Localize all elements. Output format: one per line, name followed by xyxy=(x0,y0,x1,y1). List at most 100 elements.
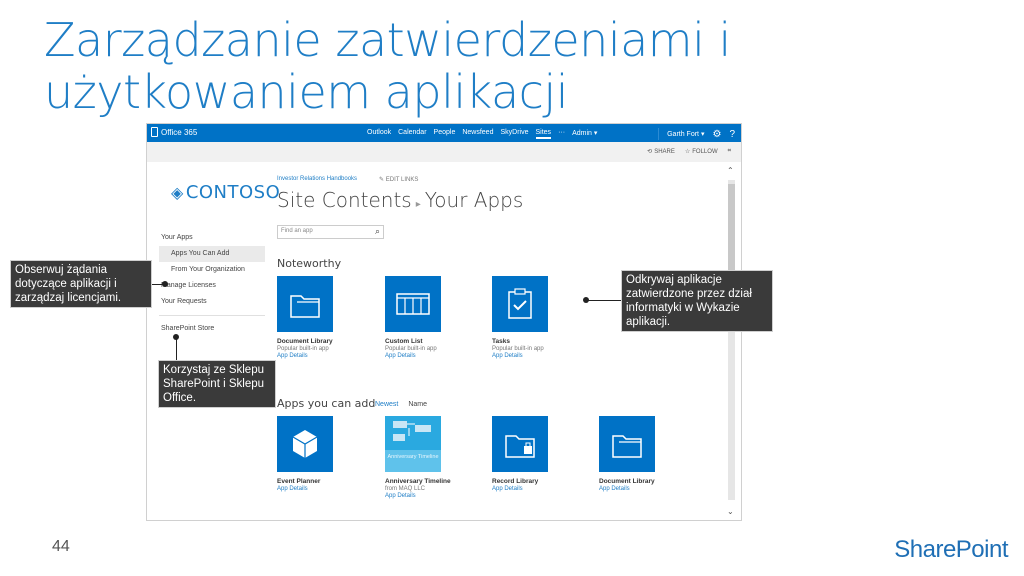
event-planner-icon xyxy=(277,416,333,472)
app-name[interactable]: Custom List xyxy=(385,338,465,345)
nav-skydrive[interactable]: SkyDrive xyxy=(500,129,528,139)
chevron-down-icon[interactable]: ⌄ xyxy=(727,507,734,516)
app-name[interactable]: Record Library xyxy=(492,478,572,485)
app-name[interactable]: Document Library xyxy=(599,478,679,485)
site-logo[interactable]: ◈ CONTOSO xyxy=(171,182,280,203)
app-tile[interactable]: Document Library Popular built-in app Ap… xyxy=(277,276,357,359)
callout-dot xyxy=(583,297,589,303)
sharepoint-logo: SharePoint xyxy=(894,536,1008,563)
app-tile[interactable]: Document Library App Details xyxy=(599,416,679,492)
office365-logo[interactable]: Office 365 xyxy=(151,127,197,137)
scrollbar[interactable]: ⌃ ⌄ xyxy=(727,166,736,516)
app-name[interactable]: Document Library xyxy=(277,338,357,345)
custom-list-icon xyxy=(385,276,441,332)
app-details-link[interactable]: App Details xyxy=(385,493,465,499)
app-details-link[interactable]: App Details xyxy=(492,486,572,492)
callout-right: Odkrywaj aplikacje zatwierdzone przez dz… xyxy=(621,270,773,332)
nav-divider xyxy=(159,315,265,316)
app-details-link[interactable]: App Details xyxy=(277,486,357,492)
breadcrumb-link[interactable]: Investor Relations Handbooks xyxy=(277,176,357,183)
nav-manage-licenses[interactable]: Manage Licenses xyxy=(159,278,265,294)
nav-from-organization[interactable]: From Your Organization xyxy=(159,262,265,278)
follow-button[interactable]: ☆ FOLLOW xyxy=(684,148,718,156)
office-icon xyxy=(151,127,158,137)
heading-your-apps: Your Apps xyxy=(424,188,524,212)
star-icon: ☆ xyxy=(684,149,691,155)
nav-your-requests[interactable]: Your Requests xyxy=(159,294,265,310)
edit-links-button[interactable]: ✎ EDIT LINKS xyxy=(379,176,418,183)
search-placeholder: Find an app xyxy=(281,228,313,234)
noteworthy-title: Noteworthy xyxy=(277,257,342,270)
app-desc: from MAQ LLC xyxy=(385,486,426,492)
follow-label: FOLLOW xyxy=(692,148,718,155)
suite-nav: Outlook Calendar People Newsfeed SkyDriv… xyxy=(367,129,597,139)
user-separator xyxy=(658,128,660,140)
search-input[interactable]: Find an app ⌕ xyxy=(277,225,384,239)
app-tile[interactable]: Record Library App Details xyxy=(492,416,572,492)
slide-number: 44 xyxy=(52,538,70,555)
callout-dot xyxy=(162,281,168,287)
app-tile[interactable]: Tasks Popular built-in app App Details xyxy=(492,276,572,359)
nav-your-apps[interactable]: Your Apps xyxy=(159,230,265,246)
gear-icon[interactable]: ⚙ xyxy=(712,129,721,140)
callout-left: Obserwuj żądania dotyczące aplikacji i z… xyxy=(10,260,152,308)
share-label: SHARE xyxy=(654,148,675,155)
document-library-icon xyxy=(599,416,655,472)
nav-calendar[interactable]: Calendar xyxy=(398,129,426,139)
ribbon-actions: ⟲ SHARE ☆ FOLLOW ⌗ xyxy=(647,148,731,155)
apps-you-can-add-title: Apps you can add xyxy=(277,397,376,410)
suite-bar: Office 365 Outlook Calendar People Newsf… xyxy=(147,124,741,142)
left-nav: Your Apps Apps You Can Add From Your Org… xyxy=(159,230,265,337)
nav-sites[interactable]: Sites xyxy=(535,129,552,139)
nav-outlook[interactable]: Outlook xyxy=(367,129,391,139)
record-library-icon xyxy=(492,416,548,472)
anniversary-timeline-icon: Anniversary Timeline xyxy=(385,416,441,472)
nav-admin[interactable]: Admin ▾ xyxy=(572,129,597,139)
chevron-up-icon[interactable]: ⌃ xyxy=(727,166,734,175)
app-details-link[interactable]: App Details xyxy=(385,353,465,359)
breadcrumb-separator-icon: ▸ xyxy=(415,199,421,210)
ribbon: ⟲ SHARE ☆ FOLLOW ⌗ xyxy=(147,142,741,162)
callout-dot xyxy=(173,334,179,340)
office365-label: Office 365 xyxy=(161,127,198,137)
help-icon[interactable]: ? xyxy=(729,129,735,140)
user-menu[interactable]: Garth Fort ▾ xyxy=(667,130,704,138)
callout-bottom: Korzystaj ze Sklepu SharePoint i Sklepu … xyxy=(158,360,276,408)
sort-newest[interactable]: Newest xyxy=(375,401,398,408)
nav-apps-you-can-add[interactable]: Apps You Can Add xyxy=(159,246,265,262)
user-area: Garth Fort ▾ ⚙ ? xyxy=(658,128,735,140)
nav-more[interactable]: ··· xyxy=(558,129,565,139)
app-tile[interactable]: Anniversary Timeline Anniversary Timelin… xyxy=(385,416,465,499)
tile-caption: Anniversary Timeline xyxy=(385,450,441,472)
sort-name[interactable]: Name xyxy=(408,401,427,408)
app-details-link[interactable]: App Details xyxy=(277,353,357,359)
app-desc: Popular built-in app xyxy=(492,346,544,352)
site-logo-text: CONTOSO xyxy=(185,182,281,203)
heading-site-contents[interactable]: Site Contents xyxy=(277,188,412,212)
app-tile[interactable]: Event Planner App Details xyxy=(277,416,357,492)
document-library-icon xyxy=(277,276,333,332)
app-details-link[interactable]: App Details xyxy=(599,486,679,492)
focus-icon[interactable]: ⌗ xyxy=(728,148,731,155)
search-icon[interactable]: ⌕ xyxy=(375,226,380,237)
top-link-bar: Investor Relations Handbooks ✎ EDIT LINK… xyxy=(277,176,418,183)
app-tile[interactable]: Custom List Popular built-in app App Det… xyxy=(385,276,465,359)
share-icon: ⟲ xyxy=(647,149,653,155)
edit-links-label: EDIT LINKS xyxy=(385,177,419,183)
slide-title: Zarządzanie zatwierdzeniami i użytkowani… xyxy=(44,13,731,119)
app-desc: Popular built-in app xyxy=(277,346,329,352)
share-button[interactable]: ⟲ SHARE xyxy=(647,148,675,156)
nav-newsfeed[interactable]: Newsfeed xyxy=(462,129,493,139)
page-title: Site Contents ▸ Your Apps xyxy=(277,188,523,212)
app-name[interactable]: Tasks xyxy=(492,338,572,345)
app-details-link[interactable]: App Details xyxy=(492,353,572,359)
contoso-diamond-icon: ◈ xyxy=(171,183,184,202)
callout-line xyxy=(586,300,622,301)
app-name[interactable]: Event Planner xyxy=(277,478,357,485)
callout-line xyxy=(176,337,177,361)
app-name[interactable]: Anniversary Timeline xyxy=(385,478,465,485)
tasks-icon xyxy=(492,276,548,332)
app-desc: Popular built-in app xyxy=(385,346,437,352)
nav-people[interactable]: People xyxy=(434,129,456,139)
sort-links: Newest Name xyxy=(375,401,427,408)
